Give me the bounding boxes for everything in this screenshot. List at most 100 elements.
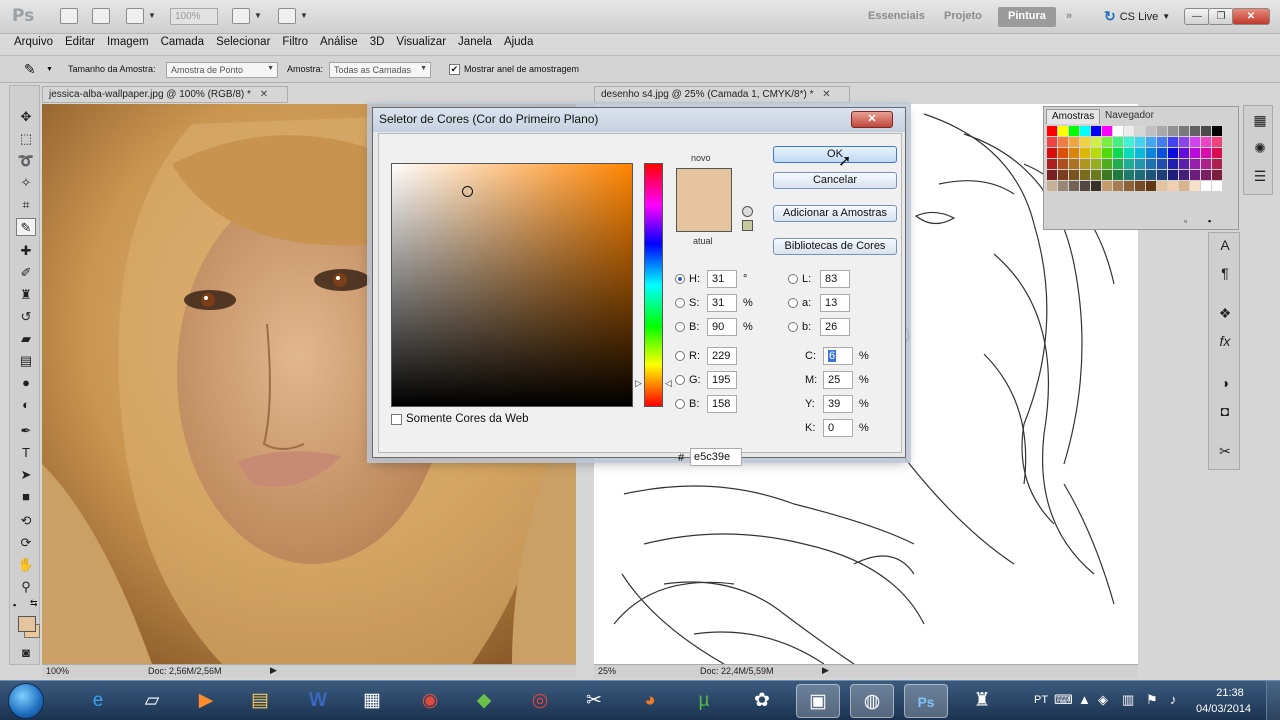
swatch[interactable] (1124, 170, 1134, 180)
swatch[interactable] (1135, 137, 1145, 147)
color-field-marker[interactable] (462, 186, 473, 197)
swatch[interactable] (1212, 137, 1222, 147)
app-leaf-icon[interactable]: ◆ (462, 684, 506, 718)
swatch[interactable] (1212, 181, 1222, 191)
radio-s[interactable] (675, 298, 685, 308)
menu-arquivo[interactable]: Arquivo (8, 34, 59, 52)
document-tab-2[interactable]: desenho s4.jpg @ 25% (Camada 1, CMYK/8*)… (594, 86, 850, 103)
healing-brush-tool-icon[interactable]: ✚ (16, 242, 36, 260)
swatch[interactable] (1102, 181, 1112, 191)
swatch[interactable] (1069, 148, 1079, 158)
close-window-button[interactable]: ✕ (1232, 8, 1270, 25)
swatch[interactable] (1201, 137, 1211, 147)
color-libraries-button[interactable]: Bibliotecas de Cores (773, 238, 897, 255)
workspace-projeto[interactable]: Projeto (934, 7, 992, 27)
swatch[interactable] (1069, 159, 1079, 169)
lasso-tool-icon[interactable]: ➰ (16, 152, 36, 170)
swatch[interactable] (1157, 137, 1167, 147)
swatch[interactable] (1124, 159, 1134, 169)
swatch[interactable] (1168, 159, 1178, 169)
menu-visualizar[interactable]: Visualizar (390, 34, 452, 52)
swatch[interactable] (1124, 137, 1134, 147)
current-color-preview[interactable] (676, 200, 732, 232)
swatch[interactable] (1102, 170, 1112, 180)
paragraph-icon[interactable]: ¶ (1215, 263, 1235, 283)
brush-tool-icon[interactable]: ✐ (16, 264, 36, 282)
swatch[interactable] (1146, 181, 1156, 191)
swatch[interactable] (1212, 148, 1222, 158)
hue-slider-left-arrow-icon[interactable]: ▷ (635, 378, 642, 389)
network-app-icon[interactable]: ◍ (850, 684, 894, 718)
saturation-input[interactable]: 31 (707, 294, 737, 312)
swatch[interactable] (1080, 148, 1090, 158)
radio-l[interactable] (788, 274, 798, 284)
radio-r[interactable] (675, 351, 685, 361)
swatch[interactable] (1058, 181, 1068, 191)
swatch[interactable] (1146, 126, 1156, 136)
launch-bridge-icon[interactable] (60, 8, 78, 24)
swatch[interactable] (1190, 159, 1200, 169)
blur-tool-icon[interactable]: ● (16, 374, 36, 392)
zoom-tool-icon[interactable]: ⚲ (16, 578, 36, 596)
eyedropper-tool-icon[interactable]: ✎ (16, 218, 36, 236)
swatch[interactable] (1212, 170, 1222, 180)
hex-input[interactable]: e5c39e (690, 448, 742, 466)
explorer-folder-icon[interactable]: ▤ (238, 684, 282, 718)
swatch[interactable] (1047, 181, 1057, 191)
blue-input[interactable]: 158 (707, 395, 737, 413)
input-language[interactable]: PT (1034, 694, 1048, 706)
crop-tool-icon[interactable]: ⌗ (16, 196, 36, 214)
swatch[interactable] (1113, 181, 1123, 191)
more-workspaces-icon[interactable]: » (1056, 7, 1082, 27)
swatch[interactable] (1168, 126, 1178, 136)
swatch[interactable] (1091, 181, 1101, 191)
quick-mask-icon[interactable]: ◙ (16, 644, 36, 662)
web-safe-icon[interactable] (742, 220, 753, 231)
start-button[interactable] (8, 683, 44, 719)
swatch[interactable] (1135, 126, 1145, 136)
3d-orbit-tool-icon[interactable]: ⟳ (16, 534, 36, 552)
paint-icon[interactable]: ✿ (740, 684, 784, 718)
file-icon[interactable]: ▱ (130, 684, 174, 718)
radio-h[interactable] (675, 274, 685, 284)
zoom-level-field[interactable]: 100% (170, 8, 218, 25)
layers-icon[interactable]: ❖ (1215, 303, 1235, 323)
app-misc-icon[interactable]: ♜ (960, 684, 1004, 718)
swatch[interactable] (1168, 137, 1178, 147)
snipping-tool-icon[interactable]: ✂ (572, 684, 616, 718)
lightness-input[interactable]: 83 (820, 270, 850, 288)
marquee-tool-icon[interactable]: ⬚ (16, 130, 36, 148)
swatch[interactable] (1179, 148, 1189, 158)
chevron-down-icon[interactable]: ▼ (46, 66, 53, 73)
swatch[interactable] (1069, 170, 1079, 180)
swatch[interactable] (1190, 181, 1200, 191)
default-colors-icon[interactable]: ▪ (13, 600, 16, 610)
menu-camada[interactable]: Camada (155, 34, 210, 52)
dodge-tool-icon[interactable]: ◐ (16, 396, 36, 414)
utorrent-icon[interactable]: µ (682, 684, 726, 718)
swatch[interactable] (1157, 126, 1167, 136)
swatch[interactable] (1102, 137, 1112, 147)
swatch[interactable] (1058, 159, 1068, 169)
extras-icon[interactable] (126, 8, 144, 24)
adjustments-icon[interactable]: ☰ (1250, 166, 1270, 186)
swatch[interactable] (1080, 181, 1090, 191)
menu-editar[interactable]: Editar (59, 34, 101, 52)
firefox-icon[interactable]: ◕ (628, 684, 672, 718)
document-tab-1[interactable]: jessica-alba-wallpaper.jpg @ 100% (RGB/8… (42, 86, 288, 103)
swatch[interactable] (1102, 126, 1112, 136)
fx-styles-icon[interactable]: fx (1215, 331, 1235, 351)
swatch[interactable] (1179, 181, 1189, 191)
new-swatch-icon[interactable]: ▫ (1184, 216, 1187, 226)
hue-slider-right-arrow-icon[interactable]: ◁ (665, 378, 672, 389)
swatch[interactable] (1124, 148, 1134, 158)
hue-input[interactable]: 31 (707, 270, 737, 288)
rectangle-tool-icon[interactable]: ■ (16, 488, 36, 506)
cancel-button[interactable]: Cancelar (773, 172, 897, 189)
document-zoom[interactable]: 25% (598, 666, 616, 676)
menu-imagem[interactable]: Imagem (101, 34, 155, 52)
swatch[interactable] (1179, 137, 1189, 147)
b-channel-input[interactable]: 26 (820, 318, 850, 336)
swatch[interactable] (1047, 126, 1057, 136)
swatch[interactable] (1190, 148, 1200, 158)
